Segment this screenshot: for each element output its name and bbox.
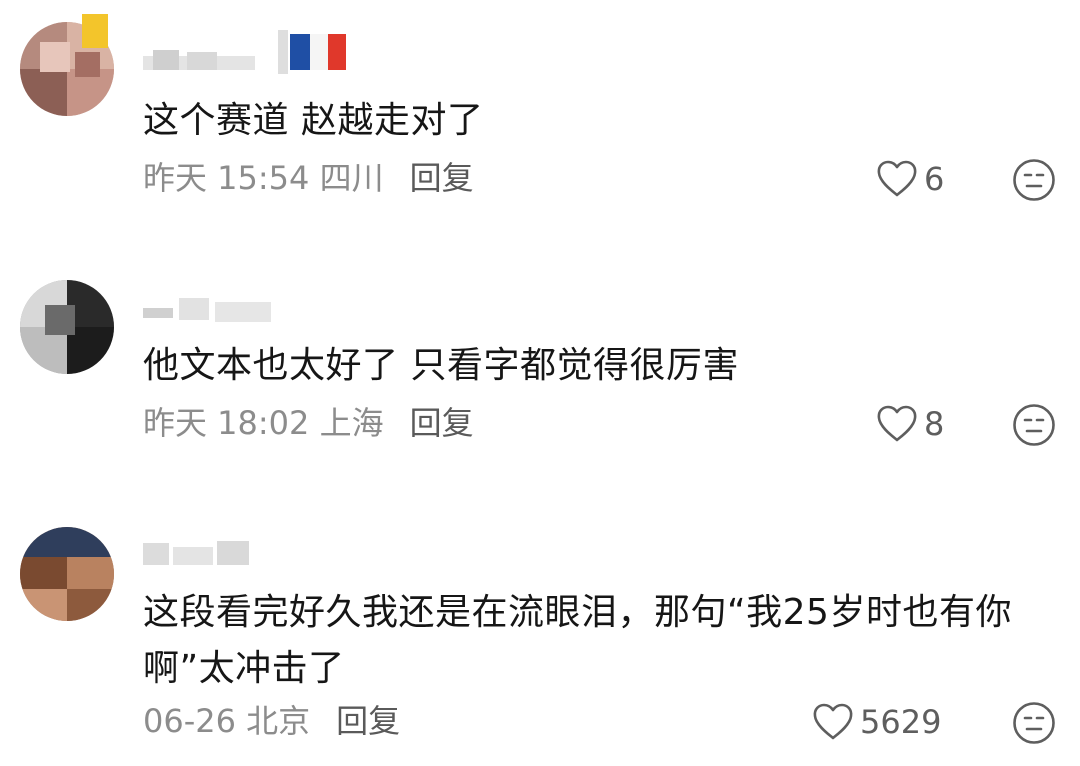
avatar[interactable]: [20, 527, 114, 621]
neutral-face-icon[interactable]: [1012, 701, 1056, 745]
comment-meta: 昨天 15:54 四川 回复: [143, 158, 474, 198]
neutral-face-icon[interactable]: [1012, 158, 1056, 202]
like-button[interactable]: 8: [876, 404, 944, 444]
like-button[interactable]: 5629: [812, 702, 941, 742]
comment-text: 他文本也太好了 只看字都觉得很厉害: [143, 345, 739, 386]
reply-button[interactable]: 回复: [410, 404, 474, 442]
comment-item: 这段看完好久我还是在流眼泪，那句“我25岁时也有你啊”太冲击了 06-26 北京…: [0, 505, 1080, 766]
comment-item: 这个赛道 赵越走对了 昨天 15:54 四川 回复 6: [0, 0, 1080, 230]
france-flag-icon: [278, 30, 346, 74]
neutral-face-icon[interactable]: [1012, 403, 1056, 447]
heart-outline-icon: [877, 405, 917, 442]
comment-text: 这个赛道 赵越走对了: [143, 100, 484, 141]
avatar[interactable]: [20, 280, 114, 374]
like-count: 8: [924, 405, 945, 443]
comment-item: 他文本也太好了 只看字都觉得很厉害 昨天 18:02 上海 回复 8: [0, 260, 1080, 480]
avatar-badge-icon: [82, 14, 108, 48]
comment-meta: 昨天 18:02 上海 回复: [143, 403, 474, 443]
username-blurred[interactable]: [143, 535, 303, 569]
username-blurred[interactable]: [143, 292, 303, 326]
timestamp-location: 06-26 北京: [143, 702, 311, 740]
heart-outline-icon: [877, 160, 917, 197]
like-button[interactable]: 6: [876, 159, 944, 199]
reply-button[interactable]: 回复: [410, 159, 474, 197]
like-count: 6: [924, 160, 945, 198]
comment-meta: 06-26 北京 回复: [143, 701, 400, 741]
heart-outline-icon: [813, 703, 853, 740]
comment-text: 这段看完好久我还是在流眼泪，那句“我25岁时也有你啊”太冲击了: [143, 592, 1012, 689]
like-count: 5629: [860, 703, 942, 741]
timestamp-location: 昨天 18:02 上海: [143, 404, 384, 442]
timestamp-location: 昨天 15:54 四川: [143, 159, 384, 197]
reply-button[interactable]: 回复: [336, 702, 400, 740]
